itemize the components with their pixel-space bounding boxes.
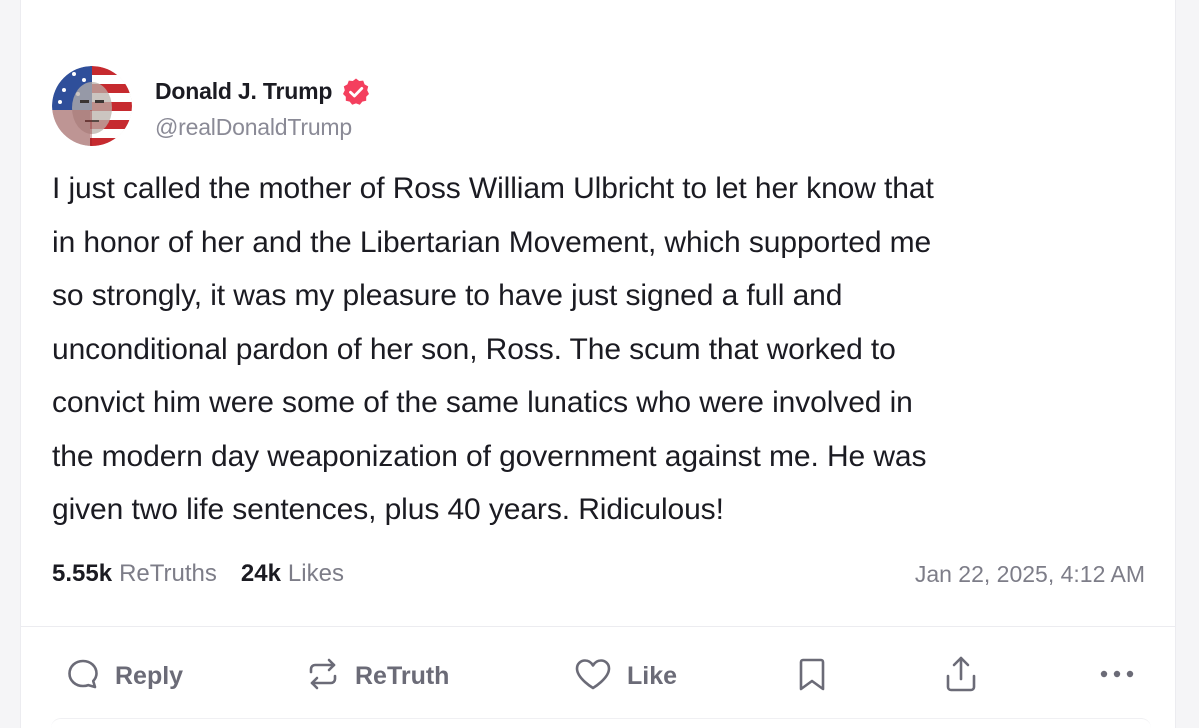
post-timestamp[interactable]: Jan 22, 2025, 4:12 AM [915,561,1145,588]
retruths-label: ReTruths [119,560,217,587]
retruth-label: ReTruth [355,661,450,690]
heart-icon [573,656,613,697]
like-button[interactable]: Like [573,648,677,704]
next-card-edge [51,718,1151,728]
verified-badge-icon [341,77,371,107]
likes-count: 24k [240,560,281,587]
retruths-stat[interactable]: 5.55k ReTruths [52,560,217,588]
author-names: Donald J. Trump @realDonaldTrump [155,72,371,141]
author-handle[interactable]: @realDonaldTrump [155,114,371,141]
post-text: I just called the mother of Ross William… [52,172,934,526]
more-icon [1097,667,1137,685]
share-button[interactable] [943,648,979,704]
bookmark-icon [795,655,829,698]
reply-icon [65,656,101,697]
page: Donald J. Trump @realDonaldTrump I just … [0,0,1199,728]
display-name[interactable]: Donald J. Trump [155,78,332,105]
share-icon [943,654,979,699]
post-stats: 5.55k ReTruths 24k Likes Jan 22, 2025, 4… [52,556,1145,592]
avatar[interactable] [52,66,132,146]
more-options-button[interactable] [1097,648,1137,704]
retruths-count: 5.55k [52,560,113,587]
post-header: Donald J. Trump @realDonaldTrump [52,66,371,146]
action-bar: Reply ReTruth Like [21,648,1175,704]
likes-stat[interactable]: 24k Likes [241,560,344,588]
bookmark-button[interactable] [795,648,829,704]
like-label: Like [627,661,678,690]
post-card: Donald J. Trump @realDonaldTrump I just … [20,0,1176,728]
retruth-icon [305,656,341,697]
likes-label: Likes [287,560,344,587]
display-name-row: Donald J. Trump [155,72,371,112]
reply-label: Reply [115,661,184,690]
reply-button[interactable]: Reply [65,648,183,704]
retruth-button[interactable]: ReTruth [305,648,449,704]
divider [21,626,1175,627]
